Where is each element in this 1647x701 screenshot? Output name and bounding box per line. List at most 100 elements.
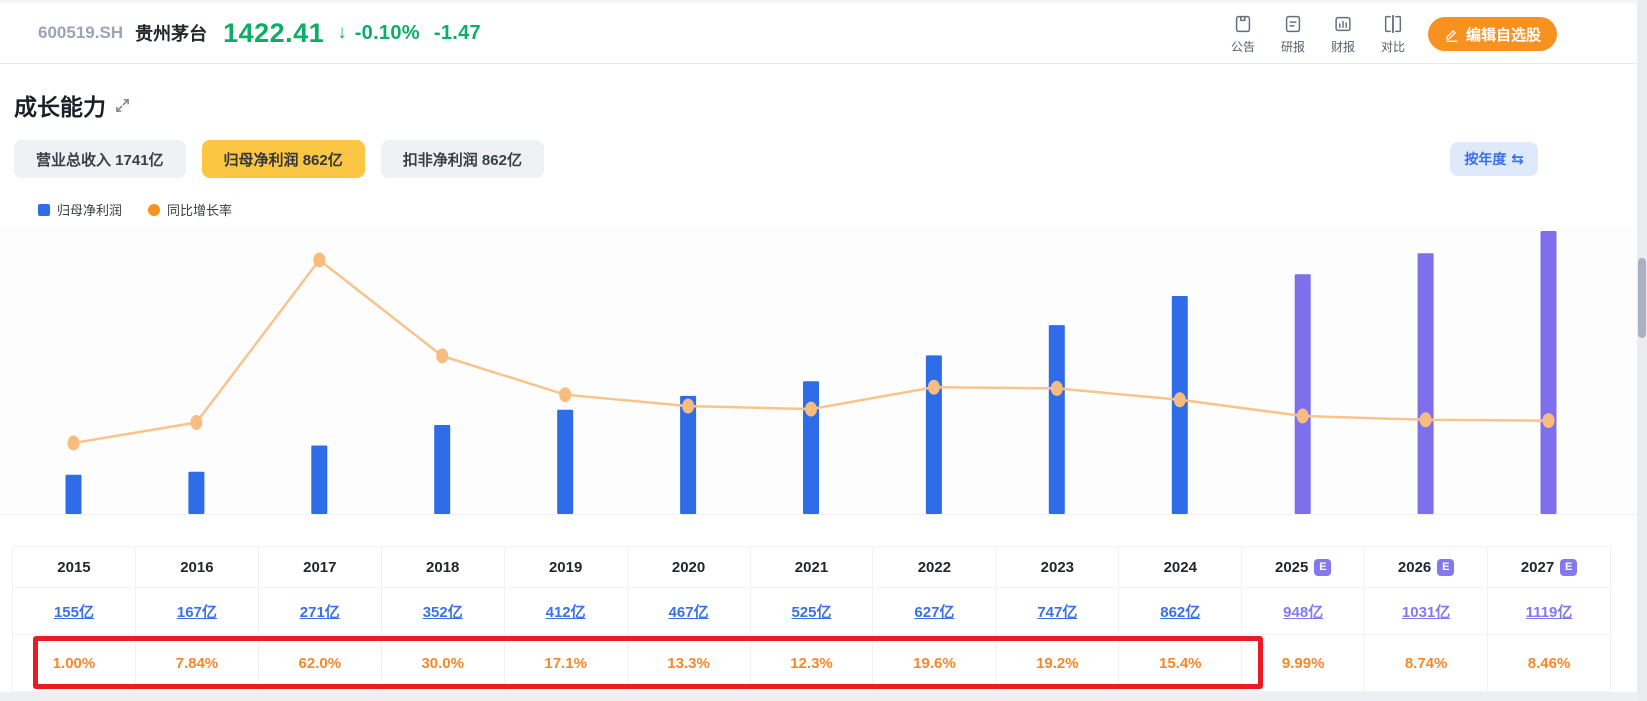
bar-2016[interactable]	[188, 471, 205, 514]
year-cell-2016: 2016	[136, 547, 259, 587]
edit-watchlist-button[interactable]: 编辑自选股	[1427, 17, 1557, 51]
year-label: 2016	[180, 558, 214, 576]
tab-metric-0[interactable]: 营业总收入 1741亿	[14, 140, 186, 178]
line-point-2024[interactable]	[1173, 392, 1186, 408]
header-action-研报[interactable]: 研报	[1276, 13, 1310, 55]
estimate-badge: E	[1314, 558, 1332, 576]
line-point-2016[interactable]	[190, 415, 203, 430]
growth-percent: 15.4%	[1158, 654, 1202, 672]
bar-2015[interactable]	[65, 474, 82, 514]
price-change-value: -1.47	[433, 21, 481, 44]
year-cell-2023: 2023	[996, 547, 1120, 587]
profit-value-link[interactable]: 747亿	[1037, 601, 1077, 622]
profit-value-link[interactable]: 271亿	[300, 601, 340, 622]
financial-report-icon	[1335, 16, 1351, 32]
value-cell-2021: 525亿	[751, 588, 874, 634]
year-label: 2024	[1163, 558, 1197, 576]
chart-legend: 归母净利润 同比增长率	[38, 200, 232, 219]
line-point-2022[interactable]	[927, 379, 940, 395]
growth-percent: 8.46%	[1527, 654, 1571, 672]
legend-item-归母净利润[interactable]: 归母净利润	[38, 200, 122, 219]
growth-percent: 19.6%	[913, 654, 956, 672]
value-cell-2016: 167亿	[136, 588, 259, 634]
growth-cell-2015: 1.00%	[13, 635, 136, 691]
profit-value-link[interactable]: 862亿	[1160, 601, 1200, 622]
profit-value-link[interactable]: 167亿	[177, 601, 217, 622]
line-point-2015[interactable]	[67, 435, 80, 451]
growth-chart	[0, 225, 1647, 515]
growth-cell-2025: 9.99%	[1242, 635, 1366, 691]
line-point-2026[interactable]	[1419, 412, 1432, 428]
growth-cell-2023: 19.2%	[996, 635, 1120, 691]
line-point-2020[interactable]	[682, 398, 695, 414]
growth-percent: 13.3%	[667, 654, 710, 672]
value-cell-2022: 627亿	[873, 588, 997, 634]
profit-value-link[interactable]: 352亿	[423, 601, 463, 622]
bar-2020[interactable]	[680, 395, 697, 514]
period-toggle-button[interactable]: 按年度 ⇆	[1450, 142, 1538, 176]
growth-cell-2019: 17.1%	[505, 635, 628, 691]
year-cell-2020: 2020	[628, 547, 751, 587]
scrollbar-track[interactable]	[1637, 0, 1647, 701]
line-point-2023[interactable]	[1050, 380, 1063, 396]
profit-value-link[interactable]: 1119亿	[1526, 601, 1573, 622]
growth-percent: 30.0%	[421, 654, 464, 672]
growth-table: 2015 2016 2017 2018 2019 2020 2021 2022 2023 2024…	[12, 546, 1611, 692]
growth-cell-2021: 12.3%	[751, 635, 874, 691]
swap-arrows-icon: ⇆	[1511, 151, 1524, 168]
bar-2026[interactable]	[1417, 253, 1434, 515]
value-cell-2020: 467亿	[628, 588, 751, 634]
tab-metric-2[interactable]: 扣非净利润 862亿	[380, 140, 544, 178]
year-label: 2020	[671, 558, 706, 576]
year-label: 2027	[1520, 558, 1555, 576]
header-action-公告[interactable]: 公告	[1226, 13, 1260, 55]
growth-percent: 12.3%	[790, 654, 833, 672]
year-cell-2017: 2017	[259, 547, 382, 587]
profit-value-link[interactable]: 412亿	[546, 601, 586, 622]
bar-2023[interactable]	[1048, 325, 1065, 514]
profit-value-link[interactable]: 467亿	[669, 601, 709, 622]
profit-value-link[interactable]: 627亿	[914, 601, 954, 622]
value-cell-2018: 352亿	[382, 588, 505, 634]
scrollbar-thumb[interactable]	[1638, 258, 1646, 338]
table-row-growth: 1.00% 7.84% 62.0% 30.0% 17.1% 13.3% 12.3% 19.6%…	[13, 634, 1611, 692]
period-toggle-label: 按年度	[1464, 151, 1507, 167]
header-action-对比[interactable]: 对比	[1376, 13, 1410, 55]
stock-price: 1422.41	[223, 17, 325, 48]
research-report-icon	[1285, 15, 1301, 33]
line-point-2021[interactable]	[805, 401, 817, 417]
bar-2022[interactable]	[925, 355, 942, 514]
line-point-2027[interactable]	[1542, 413, 1555, 429]
tab-metric-1[interactable]: 归母净利润 862亿	[201, 140, 365, 178]
growth-cell-2016: 7.84%	[136, 635, 259, 691]
bar-2018[interactable]	[434, 425, 451, 514]
bar-2025[interactable]	[1294, 274, 1311, 514]
expand-icon[interactable]	[115, 98, 130, 113]
year-label: 2023	[1040, 558, 1075, 576]
bar-2021[interactable]	[803, 381, 819, 514]
section-title: 成长能力	[14, 94, 106, 120]
profit-value-link[interactable]: 948亿	[1283, 601, 1323, 622]
year-cell-2027: 2027 E	[1488, 547, 1611, 587]
metric-tabs: 营业总收入 1741亿 归母净利润 862亿 扣非净利润 862亿	[14, 140, 544, 178]
profit-value-link[interactable]: 1031亿	[1402, 601, 1450, 622]
growth-cell-2026: 8.74%	[1365, 635, 1489, 691]
bar-2017[interactable]	[311, 445, 328, 515]
growth-cell-2027: 8.46%	[1488, 635, 1611, 691]
legend-item-同比增长率[interactable]: 同比增长率	[148, 200, 232, 219]
bar-2027[interactable]	[1540, 231, 1557, 514]
line-point-2017[interactable]	[313, 252, 326, 268]
bar-2019[interactable]	[557, 409, 574, 514]
header-action-财报[interactable]: 财报	[1326, 13, 1360, 55]
value-cell-2017: 271亿	[259, 588, 382, 634]
line-point-2019[interactable]	[559, 387, 572, 403]
table-row-values: 155亿 167亿 271亿 352亿 412亿 467亿 525亿 627亿 747亿 862亿…	[13, 587, 1611, 634]
legend-circle-swatch	[148, 203, 161, 216]
line-point-2025[interactable]	[1296, 408, 1309, 424]
header-action-label: 研报	[1280, 40, 1305, 54]
line-point-2018[interactable]	[436, 348, 449, 364]
year-cell-2019: 2019	[505, 547, 628, 587]
profit-value-link[interactable]: 525亿	[791, 601, 831, 622]
growth-cell-2018: 30.0%	[382, 635, 505, 691]
profit-value-link[interactable]: 155亿	[54, 601, 94, 622]
